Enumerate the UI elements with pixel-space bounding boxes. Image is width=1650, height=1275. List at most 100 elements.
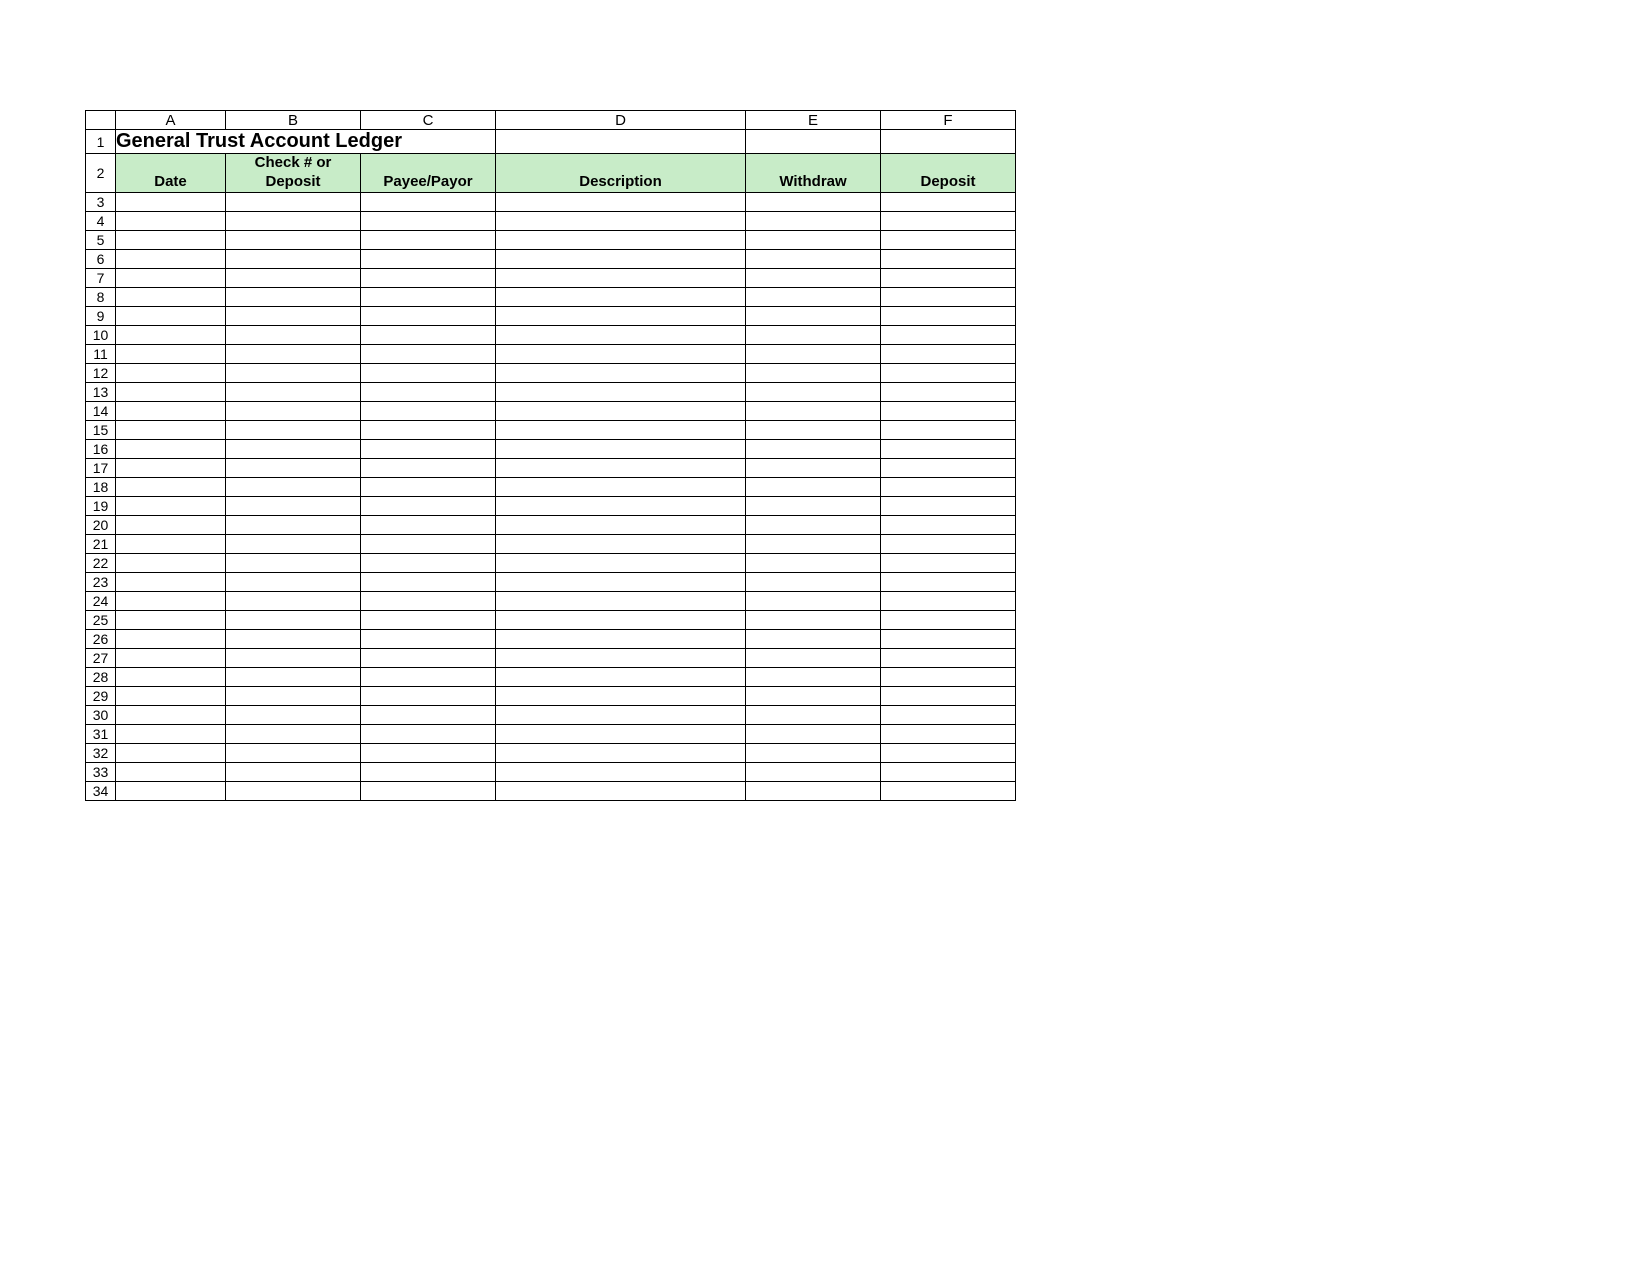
cell-A11[interactable]	[116, 344, 226, 363]
cell-C31[interactable]	[361, 724, 496, 743]
cell-B8[interactable]	[226, 287, 361, 306]
cell-B31[interactable]	[226, 724, 361, 743]
cell-D19[interactable]	[496, 496, 746, 515]
row-header-6[interactable]: 6	[86, 249, 116, 268]
header-deposit[interactable]: Deposit	[881, 154, 1016, 193]
cell-D29[interactable]	[496, 686, 746, 705]
cell-B22[interactable]	[226, 553, 361, 572]
cell-F26[interactable]	[881, 629, 1016, 648]
cell-C15[interactable]	[361, 420, 496, 439]
col-header-B[interactable]: B	[226, 111, 361, 130]
cell-A19[interactable]	[116, 496, 226, 515]
cell-B26[interactable]	[226, 629, 361, 648]
row-header-31[interactable]: 31	[86, 724, 116, 743]
cell-B4[interactable]	[226, 211, 361, 230]
cell-B17[interactable]	[226, 458, 361, 477]
cell-F24[interactable]	[881, 591, 1016, 610]
cell-E16[interactable]	[746, 439, 881, 458]
cell-E6[interactable]	[746, 249, 881, 268]
cell-C10[interactable]	[361, 325, 496, 344]
cell-F22[interactable]	[881, 553, 1016, 572]
row-header-8[interactable]: 8	[86, 287, 116, 306]
cell-C6[interactable]	[361, 249, 496, 268]
cell-C8[interactable]	[361, 287, 496, 306]
row-header-26[interactable]: 26	[86, 629, 116, 648]
row-header-30[interactable]: 30	[86, 705, 116, 724]
cell-C23[interactable]	[361, 572, 496, 591]
cell-E33[interactable]	[746, 762, 881, 781]
cell-F34[interactable]	[881, 781, 1016, 800]
row-header-15[interactable]: 15	[86, 420, 116, 439]
cell-C24[interactable]	[361, 591, 496, 610]
cell-F28[interactable]	[881, 667, 1016, 686]
cell-E27[interactable]	[746, 648, 881, 667]
cell-C7[interactable]	[361, 268, 496, 287]
cell-D12[interactable]	[496, 363, 746, 382]
cell-C13[interactable]	[361, 382, 496, 401]
cell-B7[interactable]	[226, 268, 361, 287]
cell-B20[interactable]	[226, 515, 361, 534]
cell-B21[interactable]	[226, 534, 361, 553]
cell-D20[interactable]	[496, 515, 746, 534]
cell-E22[interactable]	[746, 553, 881, 572]
cell-A14[interactable]	[116, 401, 226, 420]
cell-C26[interactable]	[361, 629, 496, 648]
row-header-2[interactable]: 2	[86, 154, 116, 193]
cell-A29[interactable]	[116, 686, 226, 705]
cell-E30[interactable]	[746, 705, 881, 724]
cell-F9[interactable]	[881, 306, 1016, 325]
cell-E21[interactable]	[746, 534, 881, 553]
cell-A7[interactable]	[116, 268, 226, 287]
cell-E7[interactable]	[746, 268, 881, 287]
cell-E5[interactable]	[746, 230, 881, 249]
cell-C32[interactable]	[361, 743, 496, 762]
cell-E11[interactable]	[746, 344, 881, 363]
cell-D14[interactable]	[496, 401, 746, 420]
cell-A22[interactable]	[116, 553, 226, 572]
row-header-20[interactable]: 20	[86, 515, 116, 534]
row-header-28[interactable]: 28	[86, 667, 116, 686]
cell-F13[interactable]	[881, 382, 1016, 401]
cell-C4[interactable]	[361, 211, 496, 230]
cell-E12[interactable]	[746, 363, 881, 382]
cell-A23[interactable]	[116, 572, 226, 591]
row-header-1[interactable]: 1	[86, 130, 116, 154]
cell-A32[interactable]	[116, 743, 226, 762]
cell-B33[interactable]	[226, 762, 361, 781]
row-header-17[interactable]: 17	[86, 458, 116, 477]
cell-A26[interactable]	[116, 629, 226, 648]
row-header-14[interactable]: 14	[86, 401, 116, 420]
cell-F30[interactable]	[881, 705, 1016, 724]
header-date[interactable]: Date	[116, 154, 226, 193]
cell-B16[interactable]	[226, 439, 361, 458]
cell-F5[interactable]	[881, 230, 1016, 249]
cell-C16[interactable]	[361, 439, 496, 458]
cell-D3[interactable]	[496, 192, 746, 211]
cell-F32[interactable]	[881, 743, 1016, 762]
cell-F1[interactable]	[881, 130, 1016, 154]
col-header-C[interactable]: C	[361, 111, 496, 130]
cell-C19[interactable]	[361, 496, 496, 515]
cell-B19[interactable]	[226, 496, 361, 515]
cell-E10[interactable]	[746, 325, 881, 344]
cell-B27[interactable]	[226, 648, 361, 667]
page-title[interactable]: General Trust Account Ledger	[116, 130, 496, 154]
cell-C28[interactable]	[361, 667, 496, 686]
cell-E13[interactable]	[746, 382, 881, 401]
cell-D21[interactable]	[496, 534, 746, 553]
row-header-32[interactable]: 32	[86, 743, 116, 762]
cell-B25[interactable]	[226, 610, 361, 629]
cell-C14[interactable]	[361, 401, 496, 420]
cell-F16[interactable]	[881, 439, 1016, 458]
cell-C5[interactable]	[361, 230, 496, 249]
row-header-34[interactable]: 34	[86, 781, 116, 800]
cell-B6[interactable]	[226, 249, 361, 268]
cell-E18[interactable]	[746, 477, 881, 496]
cell-A24[interactable]	[116, 591, 226, 610]
cell-A16[interactable]	[116, 439, 226, 458]
cell-A8[interactable]	[116, 287, 226, 306]
row-header-4[interactable]: 4	[86, 211, 116, 230]
cell-A9[interactable]	[116, 306, 226, 325]
cell-A30[interactable]	[116, 705, 226, 724]
cell-D8[interactable]	[496, 287, 746, 306]
